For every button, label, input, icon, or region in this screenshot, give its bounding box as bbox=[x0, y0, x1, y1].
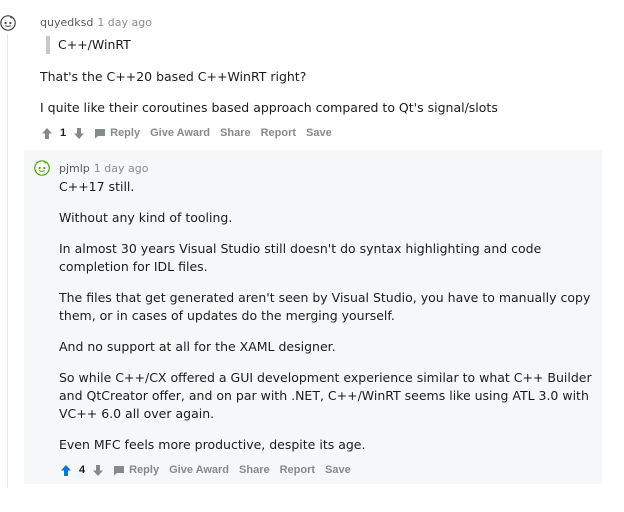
give-award-button[interactable]: Give Award bbox=[169, 464, 229, 476]
comment-meta: quyedksd 1 day ago bbox=[40, 16, 152, 30]
give-award-button[interactable]: Give Award bbox=[150, 127, 210, 139]
share-button[interactable]: Share bbox=[220, 127, 251, 139]
comment-actions: 1 Reply Give Award Share Report Save bbox=[40, 126, 332, 140]
comment-text: Without any kind of tooling. bbox=[59, 210, 233, 225]
comment-text: I quite like their coroutines based appr… bbox=[40, 100, 498, 115]
upvote-arrow-icon bbox=[42, 127, 52, 139]
timestamp[interactable]: 1 day ago bbox=[94, 162, 149, 175]
thread-line[interactable] bbox=[7, 34, 8, 488]
reply-label: Reply bbox=[110, 127, 141, 139]
comment-text: And no support at all for the XAML desig… bbox=[59, 339, 336, 354]
comment-text: Even MFC feels more productive, despite … bbox=[59, 437, 366, 452]
report-button[interactable]: Report bbox=[261, 127, 296, 139]
chat-bubble-icon bbox=[114, 465, 125, 475]
save-button[interactable]: Save bbox=[306, 127, 332, 139]
downvote-arrow-icon bbox=[74, 127, 85, 139]
snoo-avatar-icon[interactable] bbox=[0, 15, 16, 31]
snoo-avatar-icon[interactable] bbox=[34, 160, 50, 176]
timestamp[interactable]: 1 day ago bbox=[97, 16, 152, 29]
vote-score: 1 bbox=[60, 127, 67, 139]
share-button[interactable]: Share bbox=[239, 464, 270, 476]
save-button[interactable]: Save bbox=[325, 464, 351, 476]
chat-bubble-icon bbox=[95, 128, 106, 138]
upvote-button[interactable] bbox=[59, 463, 73, 477]
upvote-button[interactable] bbox=[40, 126, 54, 140]
comment-text: The files that get generated aren't seen… bbox=[59, 290, 591, 323]
vote-score: 4 bbox=[79, 464, 86, 476]
downvote-button[interactable] bbox=[72, 126, 86, 140]
report-button[interactable]: Report bbox=[280, 464, 315, 476]
username-link[interactable]: quyedksd bbox=[40, 16, 93, 29]
reply-button[interactable]: Reply bbox=[113, 464, 159, 476]
upvote-arrow-icon bbox=[61, 464, 71, 476]
reply-label: Reply bbox=[129, 464, 160, 476]
reply-button[interactable]: Reply bbox=[94, 127, 140, 139]
comment-text: In almost 30 years Visual Studio still d… bbox=[59, 241, 542, 274]
downvote-arrow-icon bbox=[93, 464, 104, 476]
comment-actions: 4 Reply Give Award Share Report Save bbox=[59, 463, 351, 477]
comment-text: C++17 still. bbox=[59, 179, 135, 194]
comment-text: So while C++/CX offered a GUI developmen… bbox=[59, 370, 592, 421]
username-link[interactable]: pjmlp bbox=[59, 162, 90, 175]
blockquote: C++/WinRT bbox=[46, 36, 131, 54]
comment-meta: pjmlp 1 day ago bbox=[59, 162, 148, 176]
comment-text: That's the C++20 based C++WinRT right? bbox=[40, 69, 307, 84]
downvote-button[interactable] bbox=[91, 463, 105, 477]
